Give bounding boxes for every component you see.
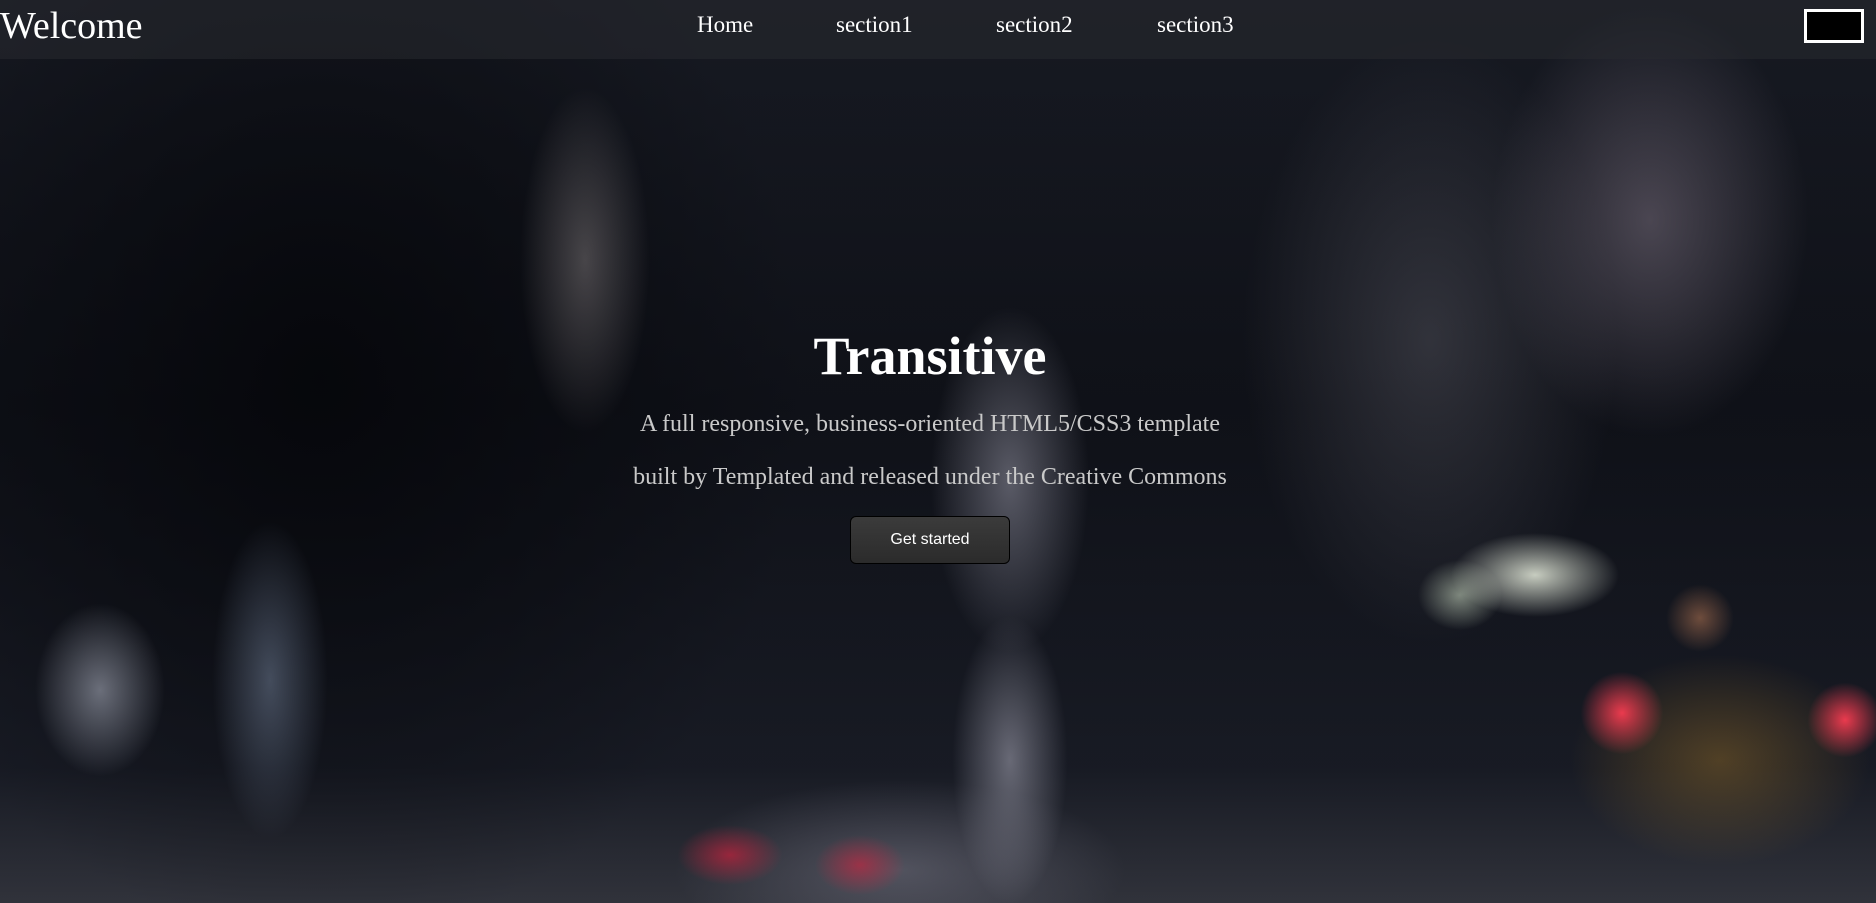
menu-toggle-icon[interactable] (1804, 9, 1864, 43)
top-navbar: Welcome Home section1 section2 section3 (0, 0, 1876, 59)
hero-section: Transitive A full responsive, business-o… (0, 320, 1860, 564)
hero-title: Transitive (813, 326, 1047, 386)
hero-description-line-1: A full responsive, business-oriented HTM… (640, 411, 1220, 437)
nav-item-home[interactable]: Home (697, 10, 836, 40)
brand-title[interactable]: Welcome (0, 4, 143, 48)
main-nav: Home section1 section2 section3 (697, 10, 1257, 40)
get-started-button[interactable]: Get started (850, 516, 1010, 564)
nav-item-section3[interactable]: section3 (1157, 10, 1257, 40)
nav-item-section2[interactable]: section2 (996, 10, 1157, 40)
page: Welcome Home section1 section2 section3 … (0, 0, 1876, 903)
hero-description-line-2: built by Templated and released under th… (633, 464, 1227, 490)
nav-item-section1[interactable]: section1 (836, 10, 996, 40)
